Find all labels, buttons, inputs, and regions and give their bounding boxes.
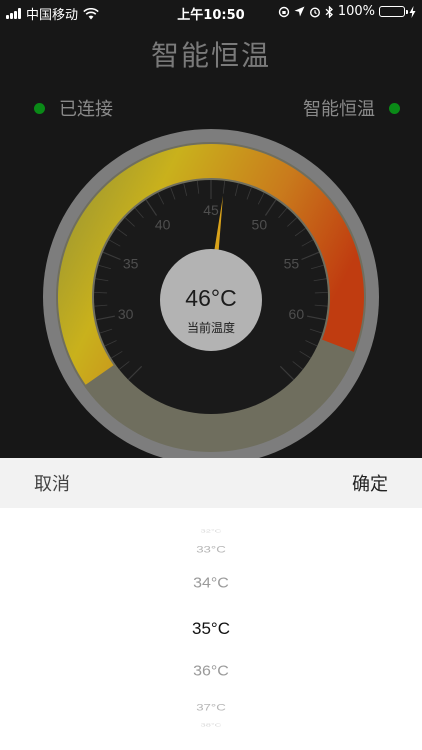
gauge-tick-label: 50 bbox=[252, 217, 268, 233]
picker-toolbar: 取消 确定 bbox=[0, 458, 422, 508]
confirm-button[interactable]: 确定 bbox=[318, 458, 422, 508]
cancel-button[interactable]: 取消 bbox=[0, 458, 104, 508]
picker-option[interactable]: 32°C bbox=[0, 529, 422, 534]
temperature-picker[interactable]: 32°C 33°C 34°C 35°C 36°C 37°C 38°C bbox=[0, 508, 422, 750]
gauge-tick-label: 30 bbox=[118, 306, 134, 322]
gauge-tick bbox=[94, 292, 108, 294]
picker-option[interactable]: 38°C bbox=[0, 723, 422, 728]
gauge-tick-label: 40 bbox=[155, 217, 171, 233]
picker-option[interactable]: 36°C bbox=[0, 664, 422, 681]
gauge-tick-label: 35 bbox=[123, 256, 139, 272]
thermostat-gauge[interactable]: 30 35 40 45 50 55 60 46°C 当前温度 bbox=[0, 0, 422, 458]
picker-option[interactable]: 37°C bbox=[0, 702, 422, 713]
gauge-tick bbox=[314, 292, 328, 294]
gauge-tick-label: 45 bbox=[203, 202, 219, 218]
picker-option[interactable]: 34°C bbox=[0, 576, 422, 593]
current-temperature-label: 当前温度 bbox=[187, 320, 235, 335]
gauge-tick-label: 55 bbox=[284, 256, 300, 272]
picker-option[interactable]: 33°C bbox=[0, 544, 422, 555]
current-temperature: 46°C bbox=[185, 285, 236, 311]
gauge-tick-label: 60 bbox=[289, 306, 305, 322]
picker-option-selected[interactable]: 35°C bbox=[0, 619, 422, 639]
